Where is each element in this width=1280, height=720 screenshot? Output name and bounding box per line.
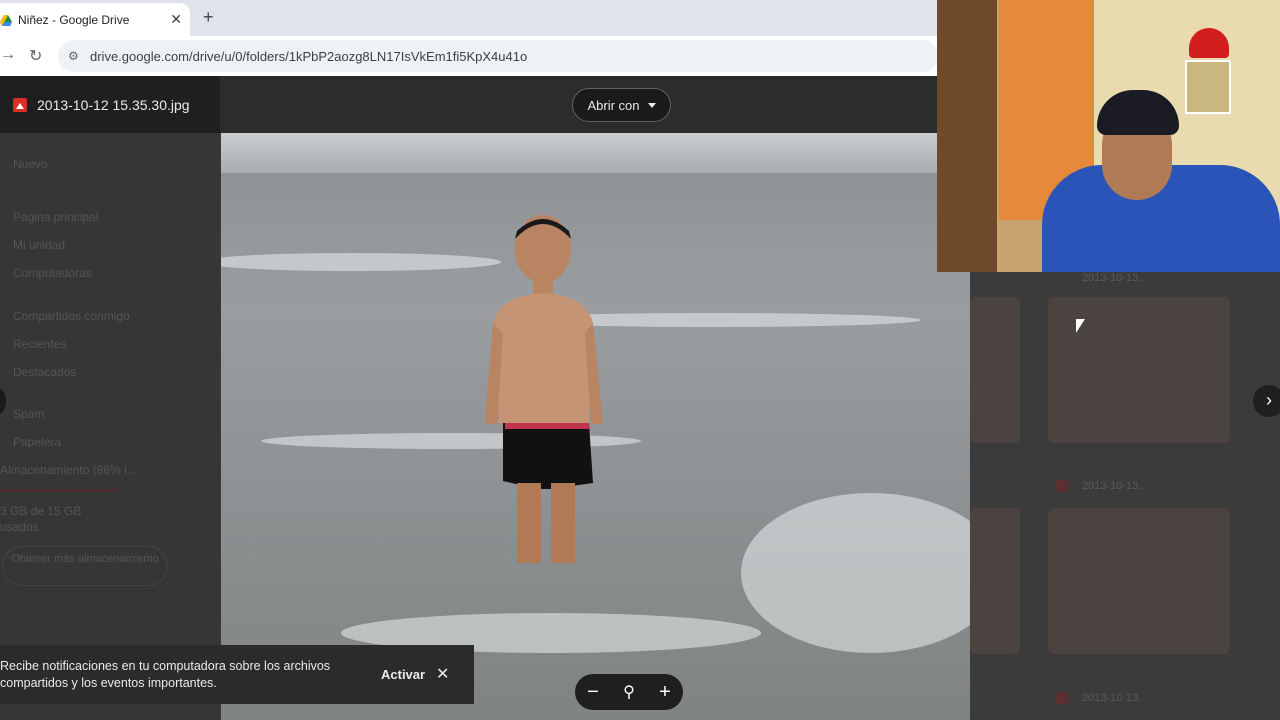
sidebar-item-home: Página principal bbox=[13, 210, 99, 224]
webcam-overlay bbox=[937, 0, 1280, 272]
zoom-out-button[interactable]: − bbox=[587, 681, 599, 704]
sidebar-item-starred: Destacados bbox=[13, 365, 77, 379]
zoom-controls: − ⚲ + bbox=[575, 674, 683, 710]
sea-background bbox=[221, 133, 970, 173]
sidebar-item-computers: Computadoras bbox=[13, 266, 92, 280]
site-settings-icon[interactable]: ⚙ bbox=[68, 49, 84, 63]
file-name: 2013-10-13... bbox=[1082, 692, 1148, 704]
image-file-icon bbox=[1056, 692, 1068, 704]
viewer-file-title: 2013-10-12 15.35.30.jpg bbox=[0, 76, 220, 133]
wave bbox=[221, 253, 501, 271]
sidebar-item-trash: Papelera bbox=[13, 435, 62, 449]
image-preview[interactable] bbox=[221, 133, 970, 720]
viewer-header: 2013-10-12 15.35.30.jpg Abrir con bbox=[0, 76, 937, 133]
close-toast-icon[interactable]: ✕ bbox=[436, 664, 449, 684]
close-tab-icon[interactable]: ✕ bbox=[170, 11, 182, 28]
file-thumbnail bbox=[970, 508, 1020, 654]
next-button[interactable]: › bbox=[1253, 385, 1280, 417]
storage-text: 3 GB de 15 GB bbox=[0, 504, 82, 518]
sidebar-item-my-drive: Mi unidad bbox=[13, 238, 66, 252]
get-storage-button: Obtener más almacenamiento bbox=[2, 546, 168, 586]
caret-down-icon bbox=[647, 102, 656, 108]
file-grid: 2013-10-13... 2013-10-13... 2013-10-13..… bbox=[970, 272, 1280, 720]
zoom-icon[interactable]: ⚲ bbox=[623, 682, 635, 702]
file-thumbnail bbox=[970, 297, 1020, 443]
file-name: 2013-10-13... bbox=[1082, 480, 1148, 492]
sidebar-item-shared: Compartidos conmigo bbox=[13, 309, 130, 323]
zoom-in-button[interactable]: + bbox=[659, 681, 671, 704]
image-file-icon bbox=[13, 97, 27, 112]
new-tab-button[interactable]: + bbox=[203, 7, 214, 28]
open-with-label: Abrir con bbox=[587, 97, 640, 113]
drive-sidebar: Nuevo Página principal Mi unidad Computa… bbox=[0, 76, 220, 720]
open-with-button[interactable]: Abrir con bbox=[572, 88, 671, 122]
webcam-poster bbox=[1185, 60, 1231, 114]
new-button: Nuevo bbox=[13, 157, 48, 171]
file-name: 2013-10-13... bbox=[1082, 272, 1148, 284]
sidebar-item-spam: Spam bbox=[13, 407, 45, 421]
notification-toast: Recibe notificaciones en tu computadora … bbox=[0, 645, 474, 704]
tab-drive[interactable]: Niñez - Google Drive ✕ bbox=[0, 3, 190, 36]
file-name-title: 2013-10-12 15.35.30.jpg bbox=[37, 96, 190, 113]
sidebar-item-storage: Almacenamiento (86% l... bbox=[0, 463, 137, 477]
file-thumbnail bbox=[1048, 508, 1230, 654]
toast-message: Recibe notificaciones en tu computadora … bbox=[0, 659, 331, 690]
forward-icon[interactable]: → bbox=[0, 46, 16, 64]
person-figure bbox=[485, 215, 603, 563]
reload-icon[interactable]: ↻ bbox=[29, 46, 42, 66]
sidebar-item-recent: Recientes bbox=[13, 337, 67, 351]
google-drive-icon bbox=[0, 14, 12, 26]
image-file-icon bbox=[1056, 480, 1068, 492]
url-text[interactable]: drive.google.com/drive/u/0/folders/1kPbP… bbox=[90, 49, 527, 64]
address-bar[interactable]: ⚙ drive.google.com/drive/u/0/folders/1kP… bbox=[58, 40, 938, 72]
mouse-cursor bbox=[1076, 319, 1085, 333]
tab-title: Niñez - Google Drive bbox=[18, 12, 130, 27]
activate-button[interactable]: Activar bbox=[381, 667, 425, 682]
wave bbox=[741, 493, 970, 653]
webcam-furniture bbox=[937, 0, 997, 272]
storage-sub: usados bbox=[0, 520, 39, 534]
storage-progress bbox=[0, 489, 118, 492]
